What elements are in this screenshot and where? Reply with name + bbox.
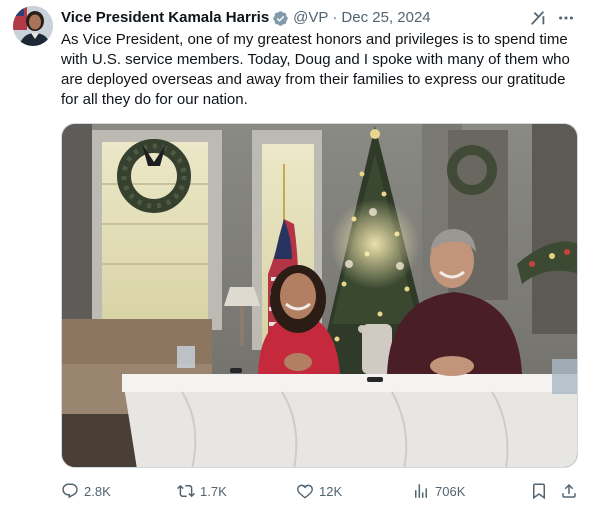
post-date[interactable]: Dec 25, 2024 xyxy=(341,8,430,28)
repost-icon xyxy=(177,484,195,498)
bookmark-button[interactable] xyxy=(530,480,548,502)
more-icon[interactable] xyxy=(556,8,576,28)
repost-count: 1.7K xyxy=(200,483,227,499)
grok-icon[interactable] xyxy=(528,8,548,28)
reply-icon xyxy=(62,483,78,499)
share-icon xyxy=(562,483,576,498)
author-name[interactable]: Vice President Kamala Harris xyxy=(61,8,269,28)
repost-button[interactable]: 1.7K xyxy=(177,480,227,502)
like-button[interactable]: 12K xyxy=(296,480,342,502)
post-header: Vice President Kamala Harris @VP · Dec 2… xyxy=(61,8,576,28)
header-separator: · xyxy=(332,9,338,26)
verified-badge-icon[interactable] xyxy=(272,10,289,27)
views-icon xyxy=(415,484,427,498)
author-avatar[interactable] xyxy=(13,6,53,46)
post: Vice President Kamala Harris @VP · Dec 2… xyxy=(0,0,590,507)
like-icon xyxy=(297,484,313,499)
action-bar: 2.8K 1.7K 12K 706K xyxy=(61,480,579,502)
views-button[interactable]: 706K xyxy=(412,480,465,502)
share-button[interactable] xyxy=(560,480,578,502)
post-photo[interactable] xyxy=(61,123,578,468)
post-text: As Vice President, one of my greatest ho… xyxy=(61,31,570,108)
like-count: 12K xyxy=(319,483,343,499)
author-handle[interactable]: @VP xyxy=(293,8,328,28)
reply-count: 2.8K xyxy=(84,483,111,499)
view-count: 706K xyxy=(435,483,466,499)
reply-button[interactable]: 2.8K xyxy=(61,480,111,502)
bookmark-icon xyxy=(533,483,545,500)
